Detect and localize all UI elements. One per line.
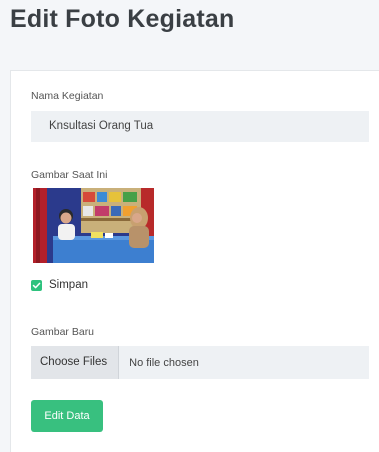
current-activity-photo <box>33 188 154 263</box>
gambar-baru-file-input[interactable]: Choose Files No file chosen <box>31 346 369 379</box>
gambar-saat-ini-label: Gambar Saat Ini <box>31 169 108 181</box>
edit-form-card: Nama Kegiatan Knsultasi Orang Tua Gambar… <box>10 70 379 452</box>
simpan-checkbox-row[interactable]: Simpan <box>31 279 88 291</box>
gambar-baru-label: Gambar Baru <box>31 326 95 338</box>
choose-files-button[interactable]: Choose Files <box>31 346 120 379</box>
file-status-text: No file chosen <box>129 356 199 369</box>
edit-data-button[interactable]: Edit Data <box>31 400 103 432</box>
page-title: Edit Foto Kegiatan <box>10 5 235 33</box>
nama-kegiatan-input[interactable]: Knsultasi Orang Tua <box>31 111 369 142</box>
simpan-label: Simpan <box>49 279 88 291</box>
check-icon <box>32 282 41 288</box>
simpan-checkbox[interactable] <box>31 279 42 291</box>
nama-kegiatan-label: Nama Kegiatan <box>31 90 104 102</box>
